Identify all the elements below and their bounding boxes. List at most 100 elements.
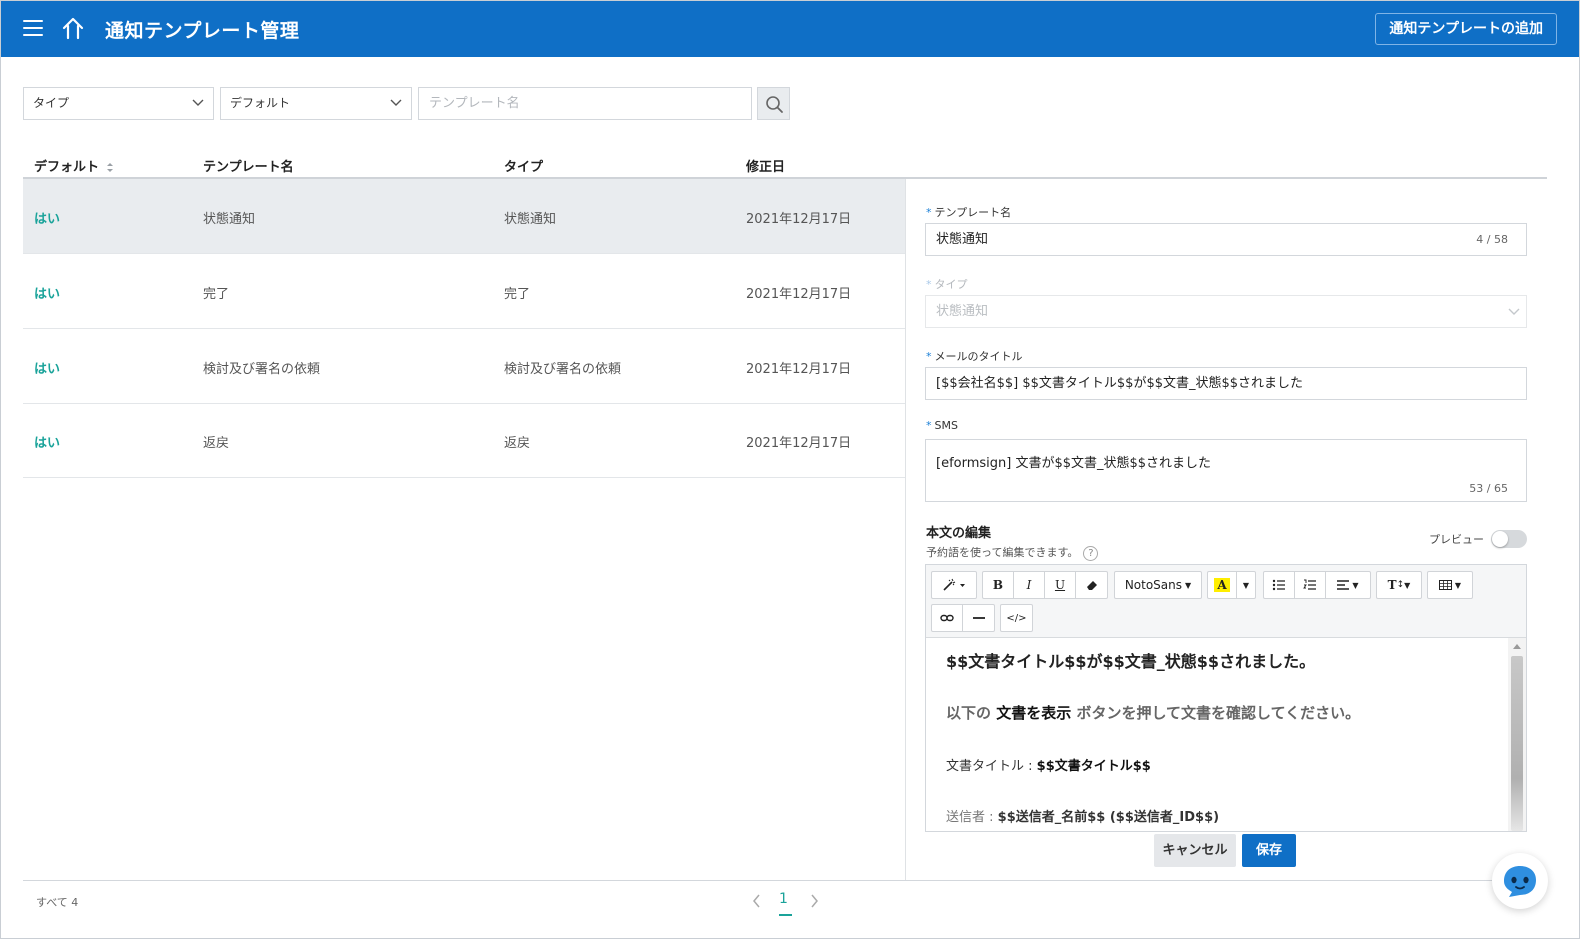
- column-header-template-name: テンプレート名: [203, 160, 294, 175]
- required-mark: *: [926, 350, 932, 363]
- align-left-icon: [1337, 580, 1350, 590]
- eraser-button[interactable]: [1076, 572, 1107, 598]
- template-name-counter: 4 / 58: [1476, 233, 1508, 246]
- horizontal-rule-icon: [972, 617, 985, 619]
- chevron-left-icon[interactable]: [752, 894, 762, 908]
- home-icon[interactable]: [60, 16, 86, 42]
- underline-button[interactable]: U: [1045, 572, 1076, 598]
- chevron-right-icon[interactable]: [809, 894, 819, 908]
- cell-template-name: 完了: [203, 287, 230, 302]
- page-title: 通知テンプレート管理: [105, 20, 300, 42]
- editor-toolbar: B I U NotoSans ▼ A ▼ ▼ T ↕ ▼ ▼ </>: [926, 565, 1526, 638]
- chevron-down-icon: [1508, 308, 1520, 315]
- editor-content[interactable]: $$文書タイトル$$が$$文書_状態$$されました。 以下の 文書を表示 ボタン…: [926, 638, 1508, 831]
- column-header-type: タイプ: [504, 160, 544, 175]
- sms-counter: 53 / 65: [1469, 482, 1508, 495]
- scroll-thumb[interactable]: [1511, 656, 1523, 831]
- link-button[interactable]: [932, 605, 963, 631]
- cell-default: はい: [34, 362, 61, 377]
- cancel-button[interactable]: キャンセル: [1154, 834, 1236, 867]
- table-icon: [1438, 580, 1452, 590]
- type-value: 状態通知: [936, 304, 989, 319]
- italic-button[interactable]: I: [1014, 572, 1045, 598]
- mail-title-label: * メールのタイトル: [926, 350, 1023, 363]
- sms-label: * SMS: [926, 419, 958, 432]
- cell-modified: 2021年12月17日: [746, 287, 852, 302]
- cell-type: 検討及び署名の依頼: [504, 362, 622, 377]
- text-size-dropdown[interactable]: T ↕ ▼: [1377, 572, 1421, 598]
- table-insert-dropdown[interactable]: ▼: [1428, 572, 1472, 598]
- cell-default: はい: [34, 212, 61, 227]
- column-header-default[interactable]: デフォルト: [34, 156, 114, 175]
- cell-default: はい: [34, 287, 61, 302]
- body-edit-hint: 予約語を使って編集できます。?: [926, 544, 1099, 561]
- chevron-down-icon: [390, 99, 402, 106]
- top-header: 通知テンプレート管理 通知テンプレートの追加: [1, 1, 1579, 57]
- editor-scrollbar[interactable]: [1508, 638, 1526, 831]
- save-button[interactable]: 保存: [1242, 834, 1296, 867]
- table-row[interactable]: はい 完了 完了 2021年12月17日: [23, 254, 906, 329]
- type-filter-value: タイプ: [33, 96, 70, 110]
- current-page-indicator: [779, 914, 792, 916]
- page-number[interactable]: 1: [779, 891, 788, 907]
- total-count: すべて 4: [36, 896, 79, 909]
- template-name-label: * テンプレート名: [926, 206, 1012, 219]
- search-button[interactable]: [757, 87, 790, 120]
- cell-template-name: 返戻: [203, 436, 230, 451]
- chevron-down-icon: [192, 99, 204, 106]
- type-label: * タイプ: [926, 278, 968, 291]
- sort-icon[interactable]: [106, 162, 114, 173]
- cell-template-name: 検討及び署名の依頼: [203, 362, 321, 377]
- panel-divider: [905, 179, 906, 881]
- magic-format-button[interactable]: [932, 572, 976, 598]
- help-icon[interactable]: ?: [1083, 545, 1099, 561]
- chat-support-button[interactable]: [1492, 853, 1548, 909]
- scroll-up-icon[interactable]: [1513, 644, 1521, 649]
- magic-wand-icon: [943, 578, 965, 591]
- horizontal-rule-button[interactable]: [963, 605, 994, 631]
- menu-icon[interactable]: [23, 20, 43, 38]
- highlight-color-button[interactable]: A: [1208, 572, 1237, 598]
- preview-toggle[interactable]: [1491, 530, 1527, 548]
- chatbot-icon: [1504, 866, 1536, 897]
- numbered-list-button[interactable]: [1295, 572, 1326, 598]
- search-icon: [766, 96, 783, 113]
- mail-title-value: [$$会社名$$] $$文書タイトル$$が$$文書_状態$$されました: [936, 376, 1304, 391]
- required-mark: *: [926, 206, 932, 219]
- numbered-list-icon: [1303, 579, 1316, 590]
- body-edit-title: 本文の編集: [926, 526, 992, 541]
- template-name-value: 状態通知: [936, 232, 989, 247]
- type-select-disabled: 状態通知: [925, 295, 1527, 328]
- cell-default: はい: [34, 436, 61, 451]
- bullet-list-button[interactable]: [1264, 572, 1295, 598]
- footer-divider: [23, 880, 1547, 881]
- table-row[interactable]: はい 返戻 返戻 2021年12月17日: [23, 403, 906, 478]
- type-filter-select[interactable]: タイプ: [23, 87, 214, 120]
- column-header-modified: 修正日: [746, 160, 786, 175]
- table-row[interactable]: はい 検討及び署名の依頼 検討及び署名の依頼 2021年12月17日: [23, 329, 906, 404]
- template-name-field[interactable]: 状態通知 4 / 58: [925, 223, 1527, 256]
- table-row[interactable]: はい 状態通知 状態通知 2021年12月17日: [23, 179, 906, 254]
- add-template-button[interactable]: 通知テンプレートの追加: [1375, 13, 1557, 45]
- mail-title-field[interactable]: [$$会社名$$] $$文書タイトル$$が$$文書_状態$$されました: [925, 367, 1527, 400]
- align-dropdown[interactable]: ▼: [1326, 572, 1370, 598]
- eraser-icon: [1086, 581, 1097, 590]
- editor-heading: $$文書タイトル$$が$$文書_状態$$されました。: [946, 652, 1316, 671]
- editor-sender-line: 送信者 : $$送信者_名前$$ ($$送信者_ID$$): [946, 810, 1220, 825]
- sms-value: [eformsign] 文書が$$文書_状態$$されました: [936, 456, 1212, 471]
- code-view-button[interactable]: </>: [1001, 605, 1032, 631]
- cell-template-name: 状態通知: [203, 212, 256, 227]
- preview-label: プレビュー: [1429, 533, 1484, 546]
- default-filter-select[interactable]: デフォルト: [220, 87, 412, 120]
- bullet-list-icon: [1272, 579, 1285, 591]
- font-family-dropdown[interactable]: NotoSans ▼: [1115, 572, 1201, 598]
- highlight-color-dropdown[interactable]: ▼: [1237, 572, 1255, 598]
- app-frame: 通知テンプレート管理 通知テンプレートの追加 タイプ デフォルト デフォルト テ…: [0, 0, 1580, 939]
- sms-textarea[interactable]: [eformsign] 文書が$$文書_状態$$されました 53 / 65: [925, 439, 1527, 502]
- cell-modified: 2021年12月17日: [746, 212, 852, 227]
- cell-modified: 2021年12月17日: [746, 362, 852, 377]
- link-icon: [940, 614, 954, 622]
- template-name-search-input[interactable]: [418, 87, 752, 120]
- required-mark: *: [926, 278, 932, 291]
- bold-button[interactable]: B: [983, 572, 1014, 598]
